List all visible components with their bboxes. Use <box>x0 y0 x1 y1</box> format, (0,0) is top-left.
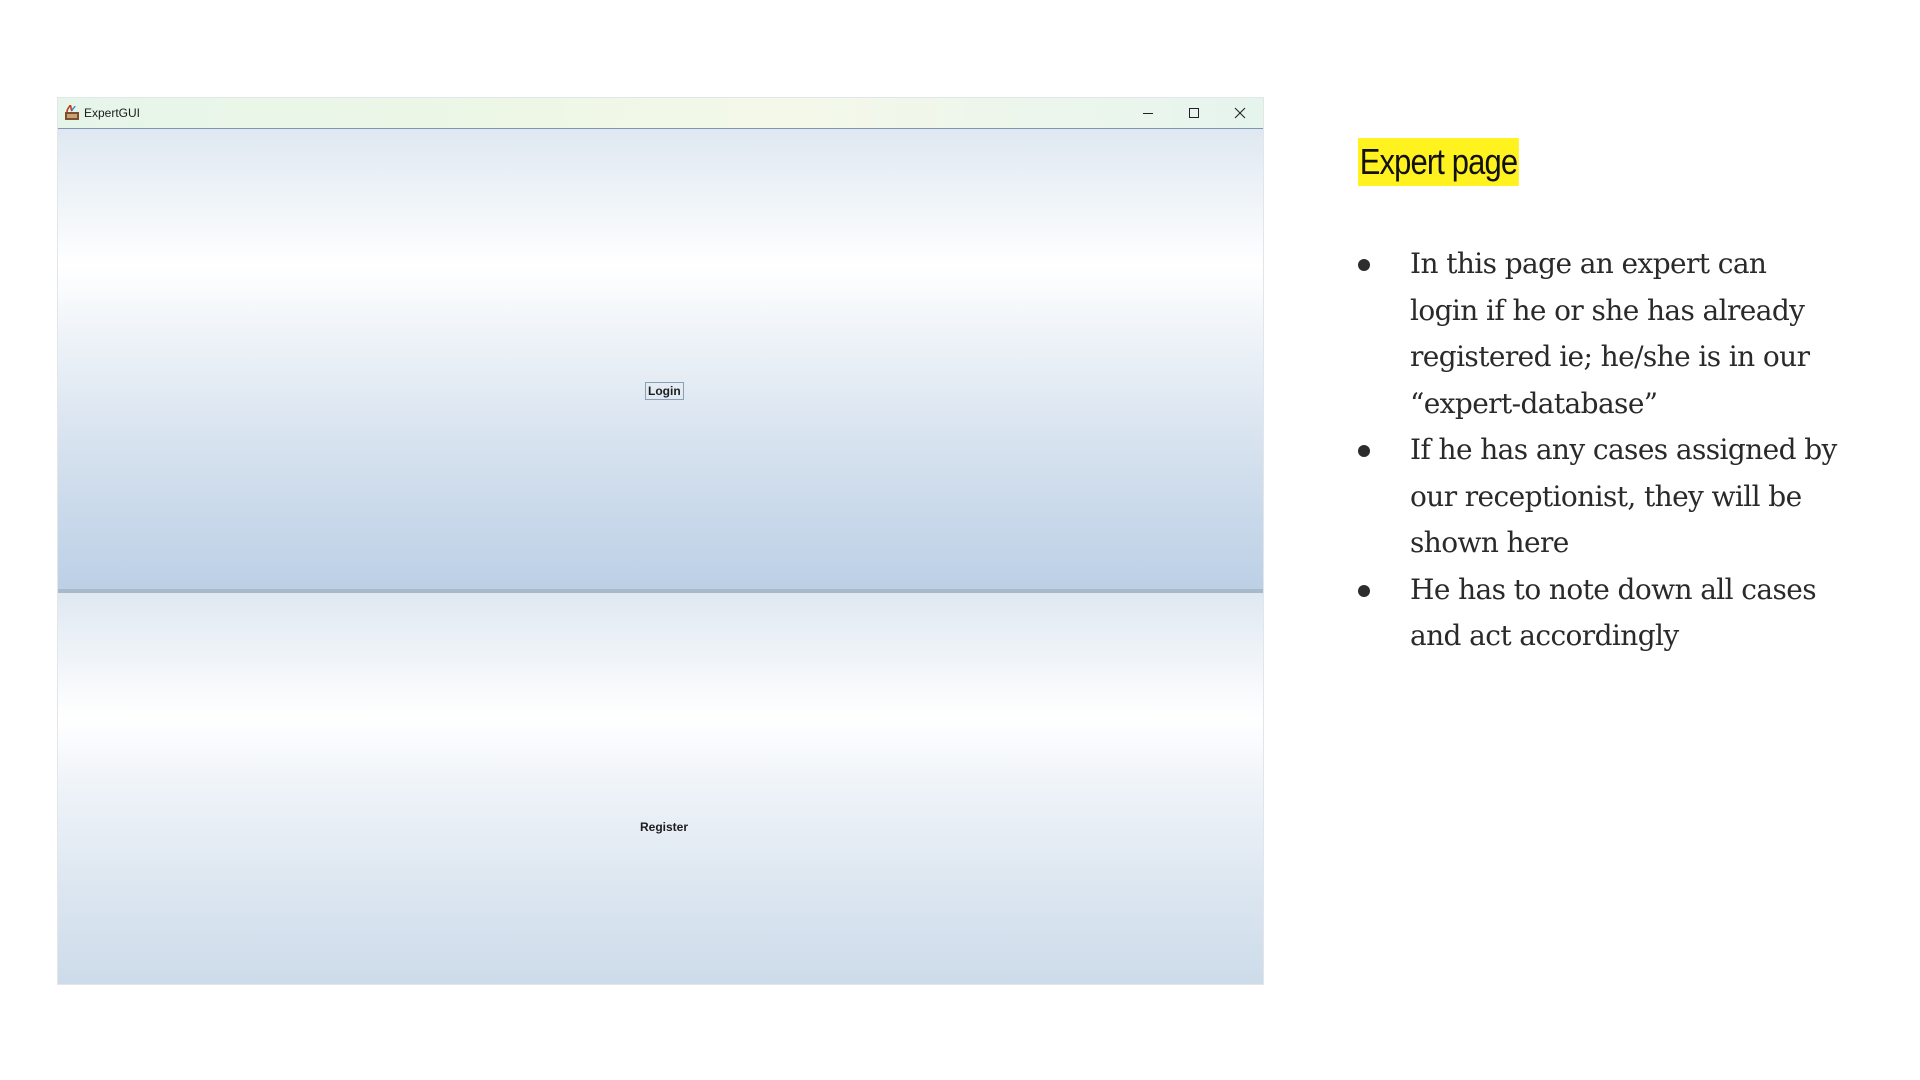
maximize-button[interactable] <box>1171 98 1217 128</box>
bullet-item: If he has any cases assigned by our rece… <box>1358 427 1838 567</box>
register-button[interactable]: Register <box>637 818 691 836</box>
login-button[interactable]: Login <box>645 382 684 400</box>
register-panel: Register <box>58 593 1263 984</box>
java-app-icon <box>64 103 80 121</box>
bullet-item: In this page an expert can login if he o… <box>1358 241 1838 427</box>
minimize-button[interactable] <box>1125 98 1171 128</box>
title-bar[interactable]: ExpertGUI <box>58 98 1263 129</box>
bullet-dot-icon <box>1358 259 1370 271</box>
bullet-dot-icon <box>1358 584 1370 597</box>
bullet-text: If he has any cases assigned by our rece… <box>1410 433 1837 559</box>
slide-heading: Expert page <box>1358 138 1519 186</box>
slide: ExpertGUI Login Register Expert page In … <box>0 0 1920 1080</box>
close-icon <box>1234 107 1246 119</box>
bullet-dot-icon <box>1358 445 1370 457</box>
maximize-icon <box>1189 108 1199 118</box>
minimize-icon <box>1143 113 1153 114</box>
bullet-text: He has to note down all cases and act ac… <box>1410 572 1817 653</box>
bullet-list: In this page an expert can login if he o… <box>1358 241 1838 660</box>
window-title: ExpertGUI <box>84 106 141 120</box>
expert-gui-window: ExpertGUI Login Register <box>57 97 1264 985</box>
bullet-text: In this page an expert can login if he o… <box>1410 247 1810 420</box>
close-button[interactable] <box>1217 98 1263 128</box>
login-panel: Login <box>58 129 1263 589</box>
bullet-item: He has to note down all cases and act ac… <box>1358 567 1838 660</box>
